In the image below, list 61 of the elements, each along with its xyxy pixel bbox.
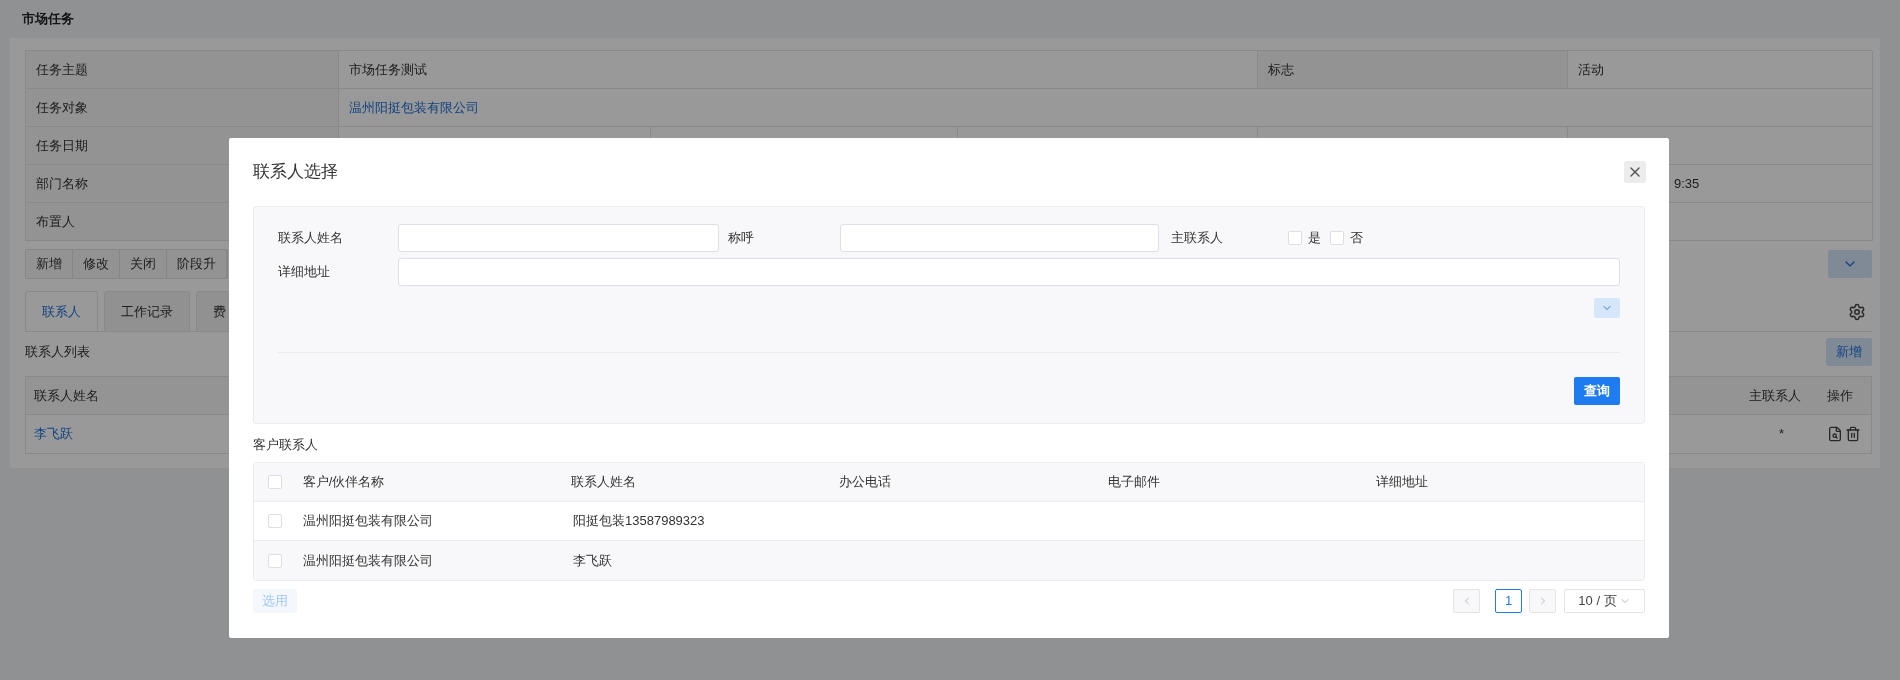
field-label: 联系人姓名 <box>278 229 344 248</box>
expand-button[interactable] <box>1828 250 1872 278</box>
column-header: 电子邮件 <box>1107 473 1161 492</box>
column-header: 操作 <box>1827 386 1854 405</box>
checkbox[interactable] <box>1330 231 1344 245</box>
checkbox[interactable] <box>1288 231 1302 245</box>
table-cell-text: 李飞跃 <box>573 551 613 570</box>
field-label: 布置人 <box>36 212 75 231</box>
address-field[interactable] <box>398 258 1620 286</box>
column-header: 联系人姓名 <box>33 386 100 405</box>
customer-link[interactable]: 温州阳挺包装有限公司 <box>349 97 479 118</box>
action-button[interactable]: 修改 <box>73 250 120 278</box>
settings-icon[interactable] <box>1848 303 1866 321</box>
field-label: 任务日期 <box>36 136 88 155</box>
column-header: 办公电话 <box>839 473 893 492</box>
checkbox[interactable] <box>268 514 282 528</box>
field-label: 主联系人 <box>1170 229 1224 248</box>
field-value: 市场任务测试 <box>349 60 427 79</box>
tab[interactable]: 工作记录 <box>104 291 190 331</box>
field-label: 任务对象 <box>36 98 88 117</box>
table-cell-text: 温州阳挺包装有限公司 <box>303 512 434 531</box>
field-label: 部门名称 <box>36 174 88 193</box>
search-button[interactable]: 查询 <box>1574 377 1620 405</box>
salutation-field[interactable] <box>840 224 1159 252</box>
option-label: 是 <box>1308 229 1321 248</box>
field-label: 标志 <box>1268 60 1294 79</box>
action-button[interactable]: 关闭 <box>120 250 167 278</box>
tab[interactable]: 联系人 <box>25 291 98 331</box>
name-field[interactable] <box>398 224 719 252</box>
dialog-title: 联系人选择 <box>253 161 338 184</box>
column-header: 详细地址 <box>1375 473 1429 492</box>
contact-link[interactable]: 李飞跃 <box>26 424 221 444</box>
checkbox[interactable] <box>268 553 282 568</box>
document-view-icon[interactable] <box>1827 426 1843 442</box>
section-title: 客户联系人 <box>253 436 318 455</box>
page-size-select[interactable]: 10 / 页 <box>1564 589 1645 613</box>
previous-page-button[interactable] <box>1453 589 1480 613</box>
field-label: 详细地址 <box>278 263 331 282</box>
expand-button[interactable] <box>1594 298 1620 318</box>
option-label: 否 <box>1350 229 1363 248</box>
section-title: 联系人列表 <box>25 343 90 362</box>
action-button[interactable]: 阶段升 <box>167 250 227 278</box>
add-button[interactable]: 新增 <box>1826 338 1872 366</box>
checkbox[interactable] <box>268 475 282 489</box>
table-cell-text: 温州阳挺包装有限公司 <box>303 551 434 570</box>
field-label: 任务主题 <box>36 60 88 79</box>
field-label: 称呼 <box>727 229 755 248</box>
column-header: 客户/伙伴名称 <box>302 473 386 492</box>
field-value: 9:35 <box>1674 174 1700 193</box>
close-button[interactable] <box>1624 161 1646 183</box>
table-row[interactable]: 温州阳挺包装有限公司 李飞跃 <box>254 541 1644 580</box>
action-button[interactable]: 新增 <box>26 250 73 278</box>
next-page-button[interactable] <box>1529 589 1556 613</box>
column-header: 主联系人 <box>1749 386 1802 405</box>
page-title: 市场任务 <box>22 10 74 29</box>
table-cell-text: * <box>1778 425 1786 444</box>
page-button[interactable]: 1 <box>1495 589 1522 613</box>
delete-icon[interactable] <box>1845 426 1861 442</box>
field-value: 活动 <box>1578 60 1604 79</box>
table-cell-text: 阳挺包装13587989323 <box>573 512 706 531</box>
column-header: 联系人姓名 <box>571 473 637 492</box>
